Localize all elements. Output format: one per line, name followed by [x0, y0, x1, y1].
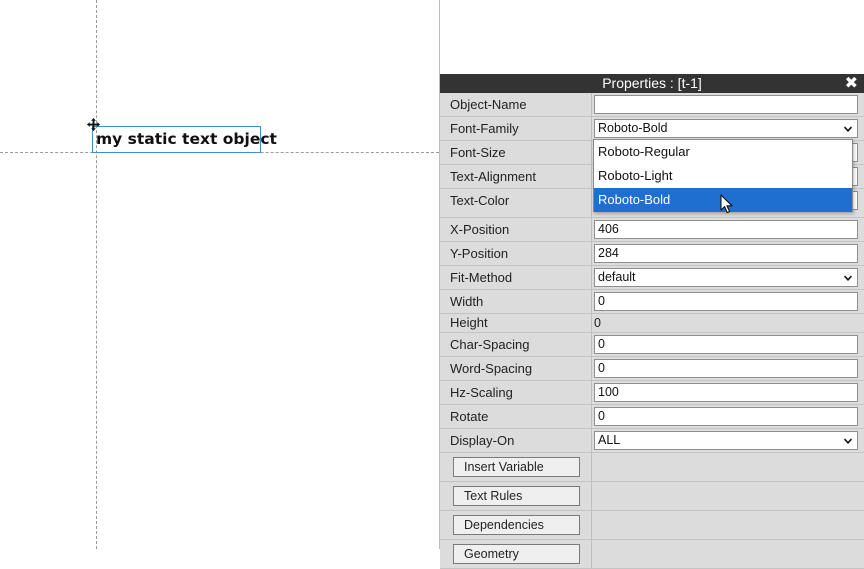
row-hz-scaling: Hz-Scaling 100	[440, 381, 864, 405]
chevron-down-icon	[844, 438, 852, 444]
row-word-spacing: Word-Spacing 0	[440, 357, 864, 381]
geometry-button[interactable]: Geometry	[453, 544, 580, 564]
dependencies-button[interactable]: Dependencies	[453, 515, 580, 535]
row-char-spacing: Char-Spacing 0	[440, 333, 864, 357]
label-font-size: Font-Size	[440, 141, 592, 164]
row-width: Width 0	[440, 290, 864, 314]
row-text-rules: Text Rules	[440, 482, 864, 511]
row-y-position: Y-Position 284	[440, 242, 864, 266]
label-font-family: Font-Family	[440, 117, 592, 140]
panel-title: Properties : [t-1]	[602, 75, 702, 91]
properties-panel: Properties : [t-1] ✖ Object-Name Font-Fa…	[439, 0, 864, 569]
label-x-position: X-Position	[440, 218, 592, 241]
label-object-name: Object-Name	[440, 93, 592, 116]
object-name-input[interactable]	[594, 95, 858, 114]
label-display-on: Display-On	[440, 429, 592, 452]
row-object-name: Object-Name	[440, 93, 864, 117]
row-font-family: Font-Family Roboto-Bold	[440, 117, 864, 141]
row-insert-variable: Insert Variable	[440, 453, 864, 482]
row-height: Height 0	[440, 314, 864, 333]
row-fit-method: Fit-Method default	[440, 266, 864, 290]
row-x-position: X-Position 406	[440, 218, 864, 242]
hz-scaling-input[interactable]: 100	[594, 383, 858, 402]
label-word-spacing: Word-Spacing	[440, 357, 592, 380]
x-position-input[interactable]: 406	[594, 220, 858, 239]
row-display-on: Display-On ALL	[440, 429, 864, 453]
text-rules-button[interactable]: Text Rules	[453, 486, 580, 506]
y-position-input[interactable]: 284	[594, 244, 858, 263]
label-rotate: Rotate	[440, 405, 592, 428]
vertical-guide-line	[96, 0, 97, 549]
design-canvas[interactable]: my static text object	[0, 0, 439, 549]
mouse-pointer-icon	[720, 194, 733, 214]
insert-variable-button[interactable]: Insert Variable	[453, 457, 580, 477]
dropdown-option-roboto-regular[interactable]: Roboto-Regular	[594, 140, 852, 164]
chevron-down-icon	[844, 126, 852, 132]
word-spacing-input[interactable]: 0	[594, 359, 858, 378]
label-height: Height	[440, 314, 592, 332]
fit-method-value: default	[598, 270, 636, 284]
move-icon[interactable]	[86, 117, 101, 132]
font-family-select[interactable]: Roboto-Bold	[594, 119, 858, 138]
label-text-color: Text-Color	[440, 189, 592, 217]
label-y-position: Y-Position	[440, 242, 592, 265]
row-geometry: Geometry	[440, 540, 864, 569]
display-on-select[interactable]: ALL	[594, 431, 858, 450]
fit-method-select[interactable]: default	[594, 268, 858, 287]
dropdown-option-roboto-light[interactable]: Roboto-Light	[594, 164, 852, 188]
char-spacing-input[interactable]: 0	[594, 335, 858, 354]
row-rotate: Rotate 0	[440, 405, 864, 429]
font-family-value: Roboto-Bold	[598, 121, 668, 135]
label-text-alignment: Text-Alignment	[440, 165, 592, 188]
label-fit-method: Fit-Method	[440, 266, 592, 289]
width-input[interactable]: 0	[594, 292, 858, 311]
row-dependencies: Dependencies	[440, 511, 864, 540]
label-width: Width	[440, 290, 592, 313]
rotate-input[interactable]: 0	[594, 407, 858, 426]
display-on-value: ALL	[598, 433, 621, 447]
static-text-object[interactable]: my static text object	[92, 126, 277, 153]
chevron-down-icon	[844, 275, 852, 281]
panel-title-bar: Properties : [t-1] ✖	[440, 74, 864, 93]
label-char-spacing: Char-Spacing	[440, 333, 592, 356]
label-hz-scaling: Hz-Scaling	[440, 381, 592, 404]
close-icon[interactable]: ✖	[845, 74, 858, 93]
height-value: 0	[594, 316, 601, 330]
